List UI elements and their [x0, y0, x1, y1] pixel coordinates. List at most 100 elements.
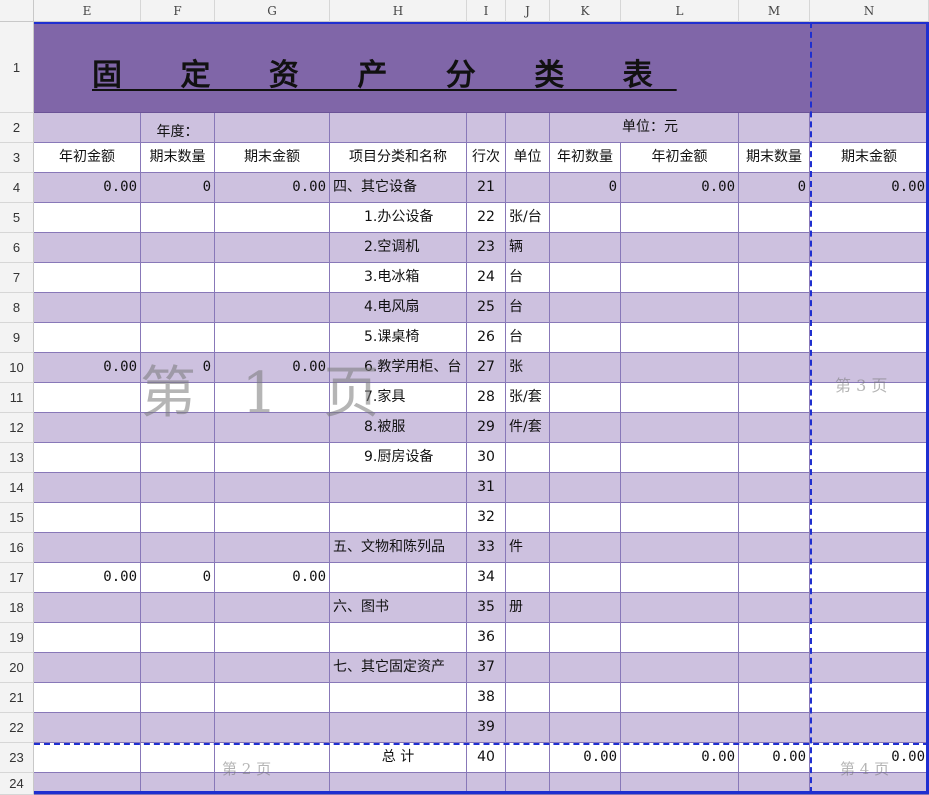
cell-G[interactable] [215, 533, 330, 563]
cell-K[interactable] [550, 263, 621, 293]
cell-E[interactable]: 0.00 [34, 563, 141, 593]
cell-K[interactable]: 0 [550, 173, 621, 203]
column-header-N[interactable]: N [810, 0, 929, 22]
cell-L[interactable]: 0.00 [621, 743, 739, 773]
cell-L[interactable] [621, 473, 739, 503]
cell-F[interactable] [141, 443, 215, 473]
cell-J[interactable] [506, 173, 550, 203]
cell-N[interactable] [810, 563, 929, 593]
cell-I[interactable]: 21 [467, 173, 506, 203]
cell-N[interactable] [810, 503, 929, 533]
cell-M[interactable] [739, 623, 810, 653]
cell-H[interactable] [330, 503, 467, 533]
cell-F[interactable]: 0 [141, 173, 215, 203]
row-header-3[interactable]: 3 [0, 143, 34, 173]
row-header-21[interactable]: 21 [0, 683, 34, 713]
cell-F[interactable] [141, 653, 215, 683]
cell-J[interactable] [506, 443, 550, 473]
cell-N[interactable] [810, 113, 929, 143]
column-header-J[interactable]: J [506, 0, 550, 22]
cell-E[interactable] [34, 743, 141, 773]
cell-I[interactable]: 23 [467, 233, 506, 263]
cell-F[interactable]: 0 [141, 563, 215, 593]
cell-H[interactable]: 3.电冰箱 [330, 263, 467, 293]
cell-L[interactable] [621, 323, 739, 353]
cell-K[interactable] [550, 533, 621, 563]
cell-E[interactable] [34, 623, 141, 653]
cell-M[interactable] [739, 683, 810, 713]
row-header-18[interactable]: 18 [0, 593, 34, 623]
cell-K[interactable] [550, 623, 621, 653]
cell-J[interactable]: 台 [506, 263, 550, 293]
cell-I[interactable]: 26 [467, 323, 506, 353]
cell-E[interactable]: 0.00 [34, 173, 141, 203]
cell-G[interactable] [215, 473, 330, 503]
column-title-I[interactable]: 行次 [467, 143, 506, 173]
cell-K[interactable] [550, 413, 621, 443]
row-header-4[interactable]: 4 [0, 173, 34, 203]
row-header-23[interactable]: 23 [0, 743, 34, 773]
column-header-G[interactable]: G [215, 0, 330, 22]
cell-E[interactable] [34, 233, 141, 263]
cell-N[interactable]: 0.00 [810, 173, 929, 203]
cell-G[interactable] [215, 713, 330, 743]
cell-L[interactable] [621, 413, 739, 443]
cell-E[interactable] [34, 293, 141, 323]
cell-N[interactable] [810, 713, 929, 743]
cell-G[interactable] [215, 113, 330, 143]
cell-J[interactable] [506, 623, 550, 653]
cell-L[interactable] [621, 233, 739, 263]
cell-G[interactable]: 0.00 [215, 173, 330, 203]
cell-E[interactable]: 0.00 [34, 353, 141, 383]
cell-H[interactable] [330, 473, 467, 503]
cell-J[interactable]: 台 [506, 293, 550, 323]
cell-L[interactable] [621, 383, 739, 413]
cell-H[interactable] [330, 713, 467, 743]
cell-E[interactable] [34, 653, 141, 683]
cell-J[interactable] [506, 563, 550, 593]
cell-I[interactable]: 25 [467, 293, 506, 323]
cell-G[interactable] [215, 593, 330, 623]
cell-I[interactable]: 31 [467, 473, 506, 503]
cell-K[interactable] [550, 353, 621, 383]
cell-L[interactable] [621, 683, 739, 713]
select-all-corner[interactable] [0, 0, 34, 22]
column-header-L[interactable]: L [621, 0, 739, 22]
cell-L[interactable] [621, 623, 739, 653]
cell-J[interactable] [506, 473, 550, 503]
cell-L[interactable] [621, 533, 739, 563]
row-header-10[interactable]: 10 [0, 353, 34, 383]
cell-E[interactable] [34, 713, 141, 743]
cell-L[interactable] [621, 263, 739, 293]
row-header-6[interactable]: 6 [0, 233, 34, 263]
cell-M[interactable] [739, 473, 810, 503]
cell-L[interactable] [621, 443, 739, 473]
cell-G[interactable] [215, 203, 330, 233]
cell-F[interactable] [141, 593, 215, 623]
cell-M[interactable] [739, 713, 810, 743]
row-header-14[interactable]: 14 [0, 473, 34, 503]
cell-J[interactable] [506, 683, 550, 713]
row-header-11[interactable]: 11 [0, 383, 34, 413]
cell-H[interactable]: 总 计 [330, 743, 467, 773]
cell-I[interactable]: 28 [467, 383, 506, 413]
cell-M[interactable] [739, 593, 810, 623]
cell-M[interactable]: 0 [739, 173, 810, 203]
cell-F[interactable] [141, 623, 215, 653]
cell-F[interactable] [141, 713, 215, 743]
cell-H[interactable]: 五、文物和陈列品 [330, 533, 467, 563]
cell-I[interactable]: 35 [467, 593, 506, 623]
cell-M[interactable] [739, 263, 810, 293]
cell-M[interactable] [739, 113, 810, 143]
cell-K[interactable] [550, 683, 621, 713]
cell-L[interactable] [621, 593, 739, 623]
cell-K[interactable] [550, 473, 621, 503]
row-header-8[interactable]: 8 [0, 293, 34, 323]
cell-H[interactable] [330, 623, 467, 653]
cell-L[interactable] [621, 203, 739, 233]
cell-K[interactable] [550, 323, 621, 353]
cell-H[interactable]: 4.电风扇 [330, 293, 467, 323]
cell-K[interactable] [550, 563, 621, 593]
cell-H[interactable]: 1.办公设备 [330, 203, 467, 233]
cell-N[interactable] [810, 443, 929, 473]
